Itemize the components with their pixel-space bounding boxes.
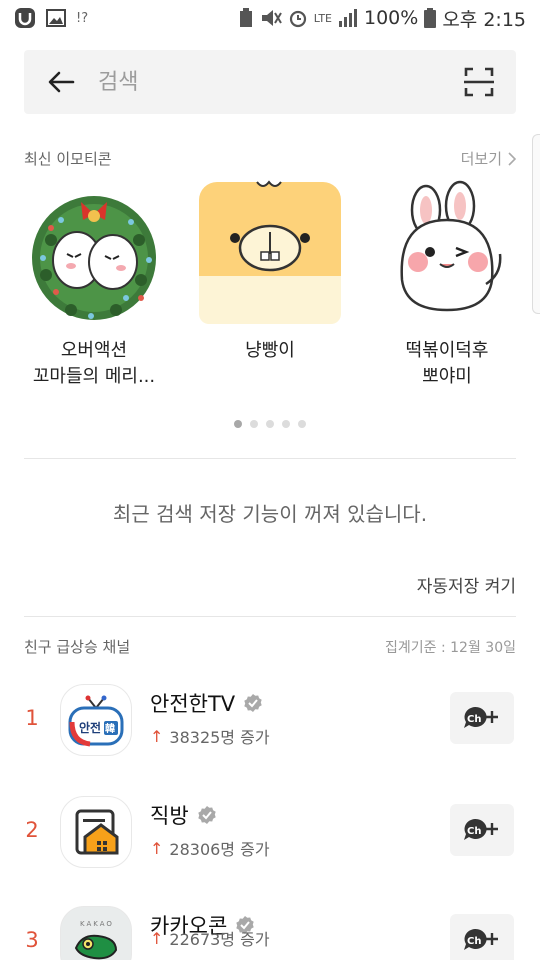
notification-text: !? bbox=[76, 10, 89, 26]
recycle-icon bbox=[238, 8, 254, 28]
signal-icon bbox=[338, 9, 358, 27]
arrow-up-icon: ↑ bbox=[150, 928, 164, 948]
channel-logo: 안전 韓 bbox=[60, 684, 132, 756]
channel-name: 직방 bbox=[150, 804, 189, 828]
add-channel-button[interactable]: Ch bbox=[450, 914, 514, 960]
emoticon-thumbnail bbox=[21, 180, 167, 326]
emoticon-card[interactable]: 떡볶이덕후 뽀야미 bbox=[372, 180, 522, 390]
channel-add-icon: Ch bbox=[464, 928, 498, 950]
svg-text:Ch: Ch bbox=[467, 714, 481, 725]
more-link[interactable]: 더보기 bbox=[461, 148, 516, 169]
svg-text:KAKAO: KAKAO bbox=[80, 920, 114, 928]
emoticon-thumbnail bbox=[374, 180, 520, 326]
page-dot-active[interactable] bbox=[234, 420, 242, 428]
emoticon-thumbnail bbox=[197, 180, 343, 326]
carousel-page-indicator bbox=[0, 420, 540, 428]
network-type: LTE bbox=[313, 11, 332, 25]
channel-growth: ↑ 38325명 증가 bbox=[150, 726, 270, 748]
emoticon-carousel: 오버액션 꼬마들의 메리... 냥빵이 떡볶이덕후 뽀야미 bbox=[0, 180, 540, 390]
page-dot[interactable] bbox=[250, 420, 258, 428]
channel-name: 안전한TV bbox=[150, 692, 236, 716]
channel-add-icon: Ch bbox=[464, 818, 498, 840]
channel-row[interactable]: 3 KAKAO 카카오콘 ↑ 22673명 증가 Ch bbox=[0, 906, 540, 960]
emoticon-name: 오버액션 꼬마들의 메리... bbox=[32, 340, 156, 387]
channel-growth: ↑ 22673명 증가 bbox=[150, 928, 270, 950]
qr-scan-button[interactable] bbox=[442, 50, 516, 114]
channel-row[interactable]: 2 직방 ↑ 28306명 증가 Ch bbox=[0, 796, 540, 892]
auto-save-toggle-link[interactable]: 자동저장 켜기 bbox=[417, 572, 516, 597]
search-input[interactable] bbox=[98, 69, 442, 95]
divider bbox=[24, 458, 516, 459]
clock: 오후 2:15 bbox=[442, 8, 526, 31]
back-button[interactable] bbox=[24, 50, 98, 114]
aggregation-date: 집계기준 : 12월 30일 bbox=[385, 639, 516, 656]
emoticon-card[interactable]: 오버액션 꼬마들의 메리... bbox=[19, 180, 169, 390]
battery-icon bbox=[424, 8, 437, 28]
svg-text:Ch: Ch bbox=[467, 936, 481, 947]
emoticon-name: 떡볶이덕후 뽀야미 bbox=[405, 340, 489, 387]
alarm-icon bbox=[288, 8, 308, 28]
page-dot[interactable] bbox=[298, 420, 306, 428]
channel-growth: ↑ 28306명 증가 bbox=[150, 838, 270, 860]
page-dot[interactable] bbox=[266, 420, 274, 428]
rank-number: 2 bbox=[25, 818, 39, 842]
emoticon-section-header: 최신 이모티콘 더보기 bbox=[24, 148, 516, 169]
mute-icon bbox=[260, 8, 282, 28]
add-channel-button[interactable]: Ch bbox=[450, 804, 514, 856]
verified-badge-icon bbox=[197, 805, 217, 825]
channel-logo bbox=[60, 796, 132, 868]
more-label: 더보기 bbox=[460, 150, 502, 168]
divider bbox=[24, 616, 516, 617]
rising-channels-title: 친구 급상승 채널 bbox=[24, 638, 131, 656]
page-dot[interactable] bbox=[282, 420, 290, 428]
channel-logo: KAKAO bbox=[60, 906, 132, 960]
arrow-up-icon: ↑ bbox=[150, 838, 164, 858]
qr-scan-icon bbox=[464, 67, 494, 97]
status-bar: !? LTE 100% 오후 2:15 bbox=[0, 0, 540, 36]
emoticon-name: 냥빵이 bbox=[245, 340, 295, 361]
rank-number: 1 bbox=[25, 706, 39, 730]
verified-badge-icon bbox=[243, 693, 263, 713]
rising-channels-header: 친구 급상승 채널 집계기준 : 12월 30일 bbox=[24, 636, 516, 657]
battery-percent: 100% bbox=[364, 7, 419, 29]
chevron-right-icon bbox=[508, 151, 516, 166]
emoticon-section-title: 최신 이모티콘 bbox=[24, 150, 112, 168]
app-notification-icon bbox=[14, 7, 36, 29]
svg-text:안전: 안전 bbox=[79, 720, 101, 735]
search-bar bbox=[24, 50, 516, 114]
gallery-icon bbox=[46, 9, 66, 27]
svg-text:Ch: Ch bbox=[467, 826, 481, 837]
arrow-up-icon: ↑ bbox=[150, 726, 164, 746]
emoticon-card[interactable]: 냥빵이 bbox=[195, 180, 345, 364]
back-arrow-icon bbox=[48, 71, 75, 93]
channel-add-icon: Ch bbox=[464, 706, 498, 728]
add-channel-button[interactable]: Ch bbox=[450, 692, 514, 744]
rank-number: 3 bbox=[25, 928, 39, 952]
channel-row[interactable]: 1 안전 韓 안전한TV ↑ 38325명 증가 Ch bbox=[0, 684, 540, 780]
recent-search-off-message: 최근 검색 저장 기능이 꺼져 있습니다. bbox=[112, 502, 428, 526]
svg-text:韓: 韓 bbox=[105, 722, 115, 735]
